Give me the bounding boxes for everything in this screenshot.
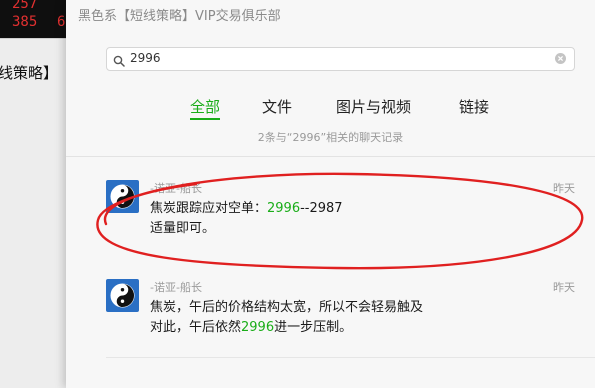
keyword-highlight: 2996 — [241, 320, 275, 335]
message-time: 昨天 — [553, 182, 575, 195]
filter-tabs: 全部 文件 图片与视频 链接 — [66, 96, 595, 124]
yin-yang-icon — [110, 283, 135, 308]
ticker-value: 257 — [12, 0, 38, 12]
message-text: 焦炭跟踪应对空单：2996--2987 适量即可。 — [150, 201, 343, 236]
divider — [0, 38, 66, 39]
tab-all[interactable]: 全部 — [190, 96, 220, 117]
stock-ticker: 257 385 6 — [0, 0, 66, 38]
divider — [66, 156, 595, 157]
search-icon — [113, 52, 125, 67]
search-result-item[interactable]: -诺亚-船长 昨天 焦炭，午后的价格结构太宽，所以不会轻易触及 对此，午后依然2… — [66, 279, 595, 359]
keyword-highlight: 2996 — [267, 201, 301, 216]
active-tab-indicator — [190, 118, 220, 120]
search-result-item[interactable]: -诺亚-船长 昨天 焦炭跟踪应对空单：2996--2987 适量即可。 — [66, 180, 595, 260]
divider — [106, 357, 595, 358]
result-count: 2条与“2996”相关的聊天记录 — [257, 131, 404, 144]
panel-title: 黑色系【短线策略】VIP交易俱乐部 — [78, 9, 281, 24]
background-app: 257 385 6 线策略】 — [0, 0, 66, 388]
message-text: 焦炭，午后的价格结构太宽，所以不会轻易触及 对此，午后依然2996进一步压制。 — [150, 300, 424, 335]
background-chat-title: 线策略】 — [0, 64, 59, 82]
message-sender: -诺亚-船长 — [150, 281, 202, 294]
yin-yang-icon — [110, 184, 135, 209]
tab-media[interactable]: 图片与视频 — [336, 96, 411, 117]
clear-icon[interactable] — [555, 53, 566, 64]
search-query: 2996 — [130, 51, 161, 65]
message-sender: -诺亚-船长 — [150, 182, 202, 195]
avatar — [106, 279, 139, 312]
ticker-value: 6 — [57, 14, 66, 30]
search-input[interactable]: 2996 — [106, 47, 575, 71]
ticker-value: 385 — [12, 14, 38, 30]
tab-files[interactable]: 文件 — [262, 96, 292, 117]
message-time: 昨天 — [553, 281, 575, 294]
chat-history-panel: 黑色系【短线策略】VIP交易俱乐部 2996 全部 文件 图片与视频 链接 2条… — [66, 0, 595, 388]
avatar — [106, 180, 139, 213]
tab-links[interactable]: 链接 — [459, 96, 489, 117]
